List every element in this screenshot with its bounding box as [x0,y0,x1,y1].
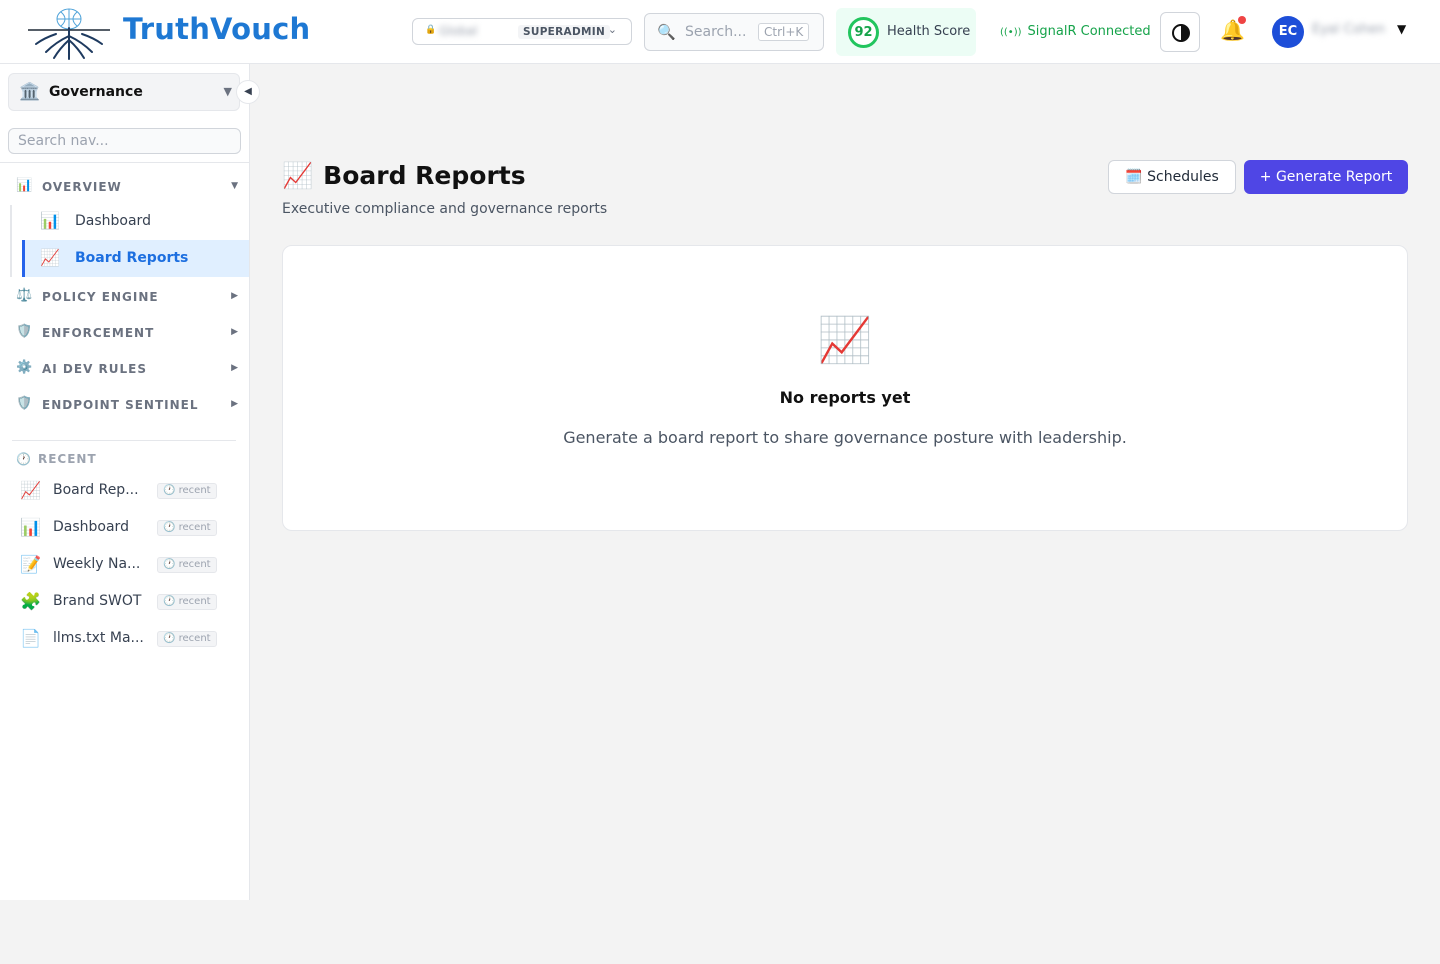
collapse-sidebar-button[interactable]: ◀ [236,80,260,104]
divider [12,440,236,441]
scales-icon: ⚖️ [16,288,33,303]
health-score-ring: 92 [848,17,879,48]
recent-item-label: Weekly Na... [53,556,141,572]
recent-item[interactable]: 📈 Board Rep... 🕐 recent [20,479,220,503]
workspace-label: Governance [49,84,143,100]
contrast-icon [1172,24,1190,42]
tenant-name: Global [439,24,478,38]
nav-section-label: POLICY ENGINE [42,290,159,304]
nav-search-input[interactable]: Search nav... [8,128,241,154]
recent-item[interactable]: 📝 Weekly Na... 🕐 recent [20,553,220,577]
nav-section-enforcement[interactable]: 🛡️ ENFORCEMENT ▶ [16,324,240,344]
memo-icon: 📝 [20,555,42,575]
chevron-down-icon: ⌄ [607,23,617,36]
page-title: 📈 Board Reports [282,161,526,191]
user-menu-chevron-icon[interactable]: ▼ [1397,22,1406,36]
lock-icon: 🔒 [425,25,437,35]
user-name[interactable]: Eyal Cohen [1312,22,1385,37]
recent-item[interactable]: 📊 Dashboard 🕐 recent [20,516,220,540]
trend-up-icon: 📈 [20,481,42,501]
trend-up-icon: 📈 [40,248,60,267]
top-header: TruthVouch 🔒 Global SUPERADMIN ⌄ 🔍 Searc… [0,0,1440,64]
recent-badge: 🕐 recent [157,557,217,573]
puzzle-icon: 🧩 [20,592,42,612]
caret-right-icon: ▶ [231,327,238,337]
page-subtitle: Executive compliance and governance repo… [282,201,608,217]
recent-badge: 🕐 recent [157,483,217,499]
health-score-widget[interactable]: 92 Health Score [836,8,976,56]
caret-right-icon: ▶ [231,291,238,301]
shield-icon: 🛡️ [16,324,33,339]
sidebar-item-label: Dashboard [75,213,151,229]
brand-name[interactable]: TruthVouch [123,12,310,46]
recent-header: 🕐 RECENT [16,452,97,466]
theme-toggle-button[interactable] [1160,12,1200,52]
sidebar-item-label: Board Reports [75,250,189,266]
empty-state-description: Generate a board report to share governa… [563,428,1127,447]
caret-right-icon: ▶ [231,363,238,373]
recent-item-label: llms.txt Ma... [53,630,144,646]
notifications-button[interactable]: 🔔 [1220,16,1246,42]
nav-section-label: ENFORCEMENT [42,326,155,340]
tree-guide-line [10,205,12,277]
divider [0,162,249,163]
chart-icon: 📊 [16,178,33,193]
nav-section-ai-dev-rules[interactable]: ⚙️ AI DEV RULES ▶ [16,360,240,380]
global-search[interactable]: 🔍 Search... Ctrl+K [644,13,824,51]
recent-item-label: Brand SWOT [53,593,142,609]
nav-section-endpoint-sentinel[interactable]: 🛡️ ENDPOINT SENTINEL ▶ [16,396,240,416]
nav-section-label: AI DEV RULES [42,362,148,376]
chevron-down-icon: ▼ [223,85,232,98]
calendar-icon: 🗓️ [1125,169,1143,185]
connection-status-text: SignalR Connected [1027,24,1151,39]
nav-section-policy-engine[interactable]: ⚖️ POLICY ENGINE ▶ [16,288,240,308]
signal-icon: ((•)) [1000,27,1022,38]
empty-state-card: 📈 No reports yet Generate a board report… [282,245,1408,531]
search-placeholder: Search... [685,24,747,40]
recent-item-label: Dashboard [53,519,129,535]
document-icon: 📄 [20,629,42,649]
trend-up-icon: 📈 [282,161,314,190]
search-icon: 🔍 [657,23,676,41]
recent-item[interactable]: 🧩 Brand SWOT 🕐 recent [20,590,220,614]
recent-item-label: Board Rep... [53,482,139,498]
recent-badge: 🕐 recent [157,594,217,610]
clock-icon: 🕐 [16,452,32,466]
nav-section-label: OVERVIEW [42,180,122,194]
notification-badge [1237,16,1246,24]
caret-down-icon: ▼ [231,181,238,191]
caret-right-icon: ▶ [231,399,238,409]
schedules-label: Schedules [1147,169,1219,185]
avatar[interactable]: EC [1272,16,1304,48]
role-badge: SUPERADMIN [518,25,611,39]
search-shortcut: Ctrl+K [758,23,810,41]
page-title-text: Board Reports [323,161,526,190]
recent-badge: 🕐 recent [157,631,217,647]
trend-up-icon: 📈 [817,315,873,366]
chart-icon: 📊 [40,211,60,230]
sidebar-item-dashboard[interactable]: 📊 Dashboard [22,203,249,240]
tenant-selector[interactable]: 🔒 Global SUPERADMIN ⌄ [412,18,632,45]
generate-report-button[interactable]: + Generate Report [1244,160,1408,194]
shield-icon: 🛡️ [16,396,33,411]
recent-item[interactable]: 📄 llms.txt Ma... 🕐 recent [20,627,220,651]
sidebar-item-board-reports[interactable]: 📈 Board Reports [22,240,249,277]
governance-icon: 🏛️ [19,82,41,102]
nav-section-overview[interactable]: 📊 OVERVIEW ▼ [16,178,240,198]
recent-badge: 🕐 recent [157,520,217,536]
health-score-label: Health Score [887,24,971,39]
schedules-button[interactable]: 🗓️ Schedules [1108,160,1236,194]
sidebar: 🏛️ Governance ▼ ◀ Search nav... 📊 OVERVI… [0,64,260,900]
logo-tree-icon[interactable] [26,4,112,60]
connection-status: ((•)) SignalR Connected [1000,24,1151,39]
chart-icon: 📊 [20,518,42,538]
empty-state-title: No reports yet [779,388,911,407]
workspace-selector[interactable]: 🏛️ Governance ▼ [8,73,240,111]
nav-section-label: ENDPOINT SENTINEL [42,398,199,412]
recent-title: RECENT [37,452,97,466]
gear-icon: ⚙️ [16,360,33,375]
